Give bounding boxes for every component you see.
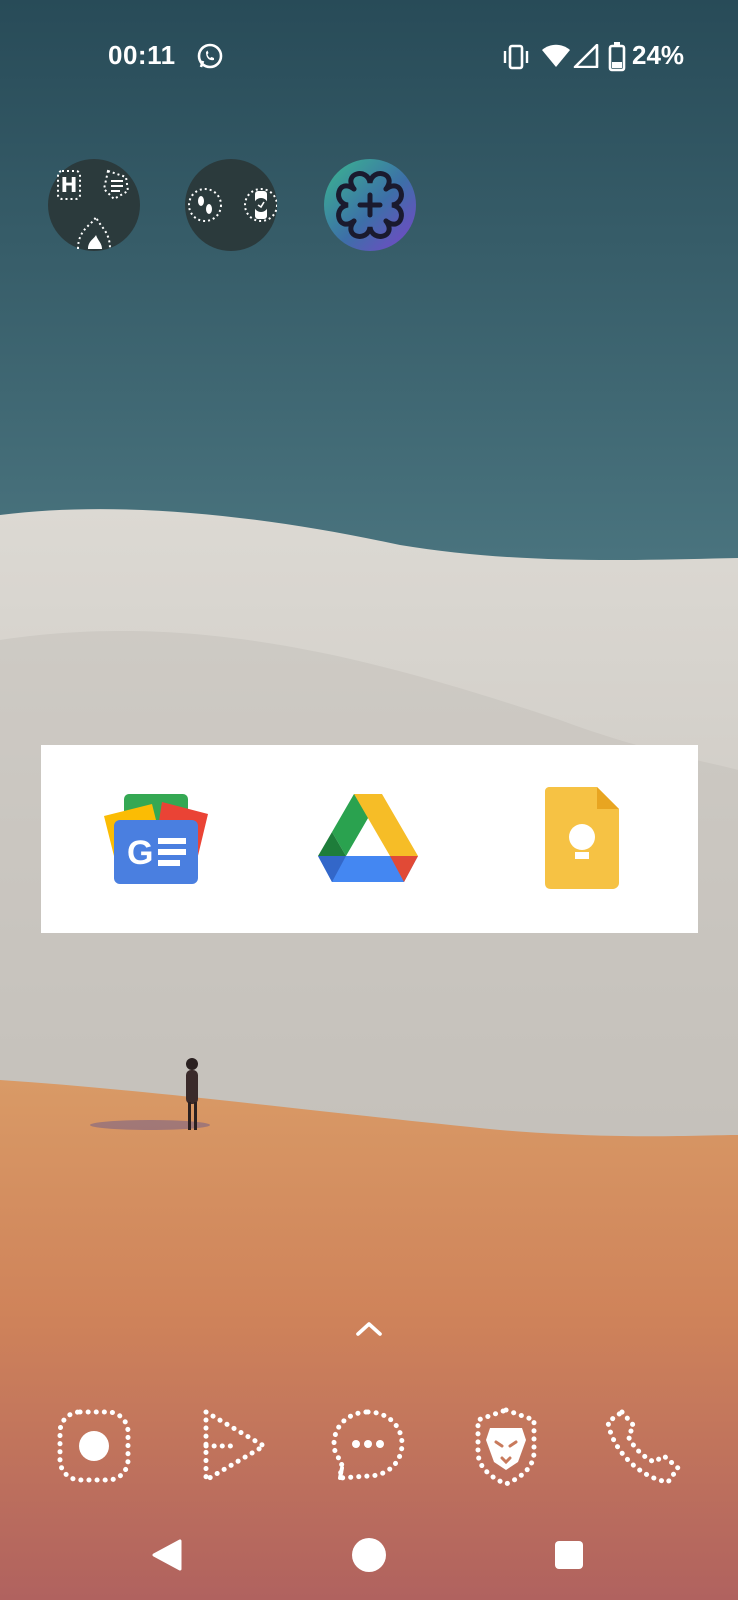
back-button[interactable] (150, 1538, 184, 1572)
battery-icon (608, 42, 626, 72)
status-bar: 00:11 24% (0, 0, 738, 112)
svg-text:G: G (127, 834, 153, 872)
phone-icon[interactable] (604, 1406, 684, 1486)
svg-text:H: H (61, 173, 78, 197)
google-keep-icon[interactable] (543, 785, 621, 891)
footsteps-icon (188, 188, 222, 222)
whatsapp-icon (197, 43, 223, 69)
round-app-icon[interactable] (324, 159, 416, 251)
play-icon[interactable] (192, 1406, 272, 1486)
watch-icon (244, 188, 278, 222)
wifi-icon (542, 44, 570, 67)
fitness-widget[interactable]: H (48, 159, 140, 251)
camera-icon[interactable] (54, 1406, 134, 1486)
h-icon: H (57, 170, 81, 200)
list-icon (102, 169, 130, 201)
vibrate-icon (503, 44, 529, 70)
battery-percent: 24% (632, 40, 685, 70)
recents-button[interactable] (554, 1540, 584, 1570)
google-news-icon[interactable]: G (102, 792, 212, 886)
messages-icon[interactable] (328, 1406, 408, 1486)
cell-signal-icon (573, 44, 599, 68)
shortcut-card: G (41, 745, 698, 933)
chevron-up-icon[interactable] (354, 1318, 384, 1338)
status-time: 00:11 (108, 40, 176, 70)
flame-icon (77, 214, 111, 250)
watch-widget[interactable] (185, 159, 278, 251)
google-drive-icon[interactable] (316, 792, 420, 886)
home-button[interactable] (351, 1537, 387, 1573)
knot-icon (336, 171, 404, 239)
brave-lion-icon[interactable] (466, 1406, 546, 1486)
